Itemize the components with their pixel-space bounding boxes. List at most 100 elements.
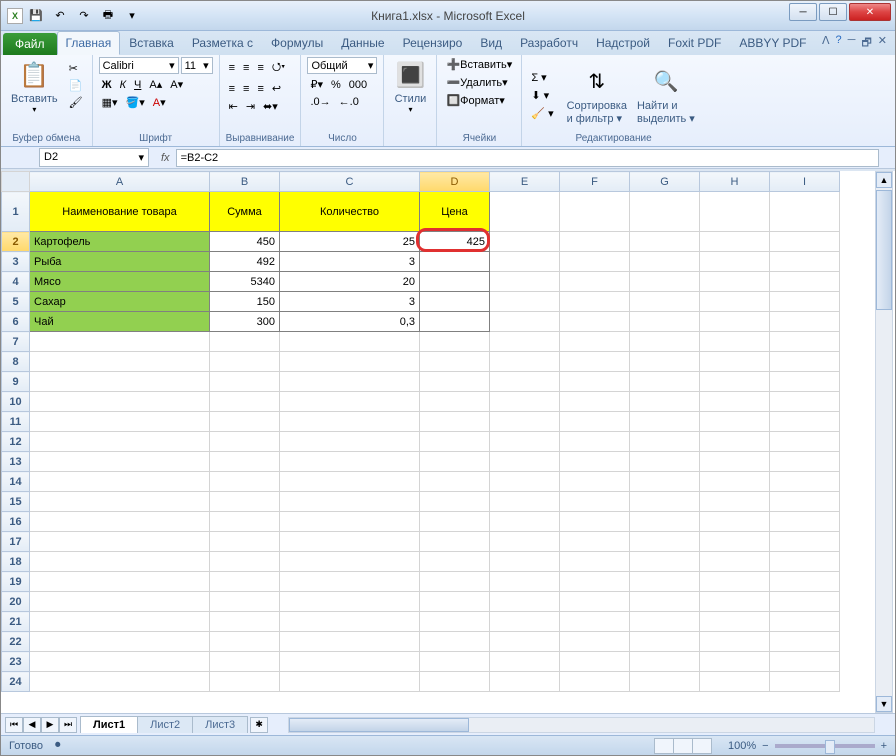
tab-foxit[interactable]: Foxit PDF	[659, 31, 730, 55]
cell-C13[interactable]	[280, 452, 420, 472]
cell-I4[interactable]	[770, 272, 840, 292]
tab-addins[interactable]: Надстрой	[587, 31, 659, 55]
spreadsheet-grid[interactable]: ABCDEFGHI1Наименование товараСуммаКоличе…	[1, 171, 895, 713]
cell-C11[interactable]	[280, 412, 420, 432]
currency-button[interactable]: ₽▾	[307, 77, 326, 92]
cell-G4[interactable]	[630, 272, 700, 292]
cell-E3[interactable]	[490, 252, 560, 272]
autosum-button[interactable]: Σ ▾	[528, 70, 556, 85]
cell-A5[interactable]: Сахар	[30, 292, 210, 312]
cell-C24[interactable]	[280, 672, 420, 692]
cell-A11[interactable]	[30, 412, 210, 432]
cell-G7[interactable]	[630, 332, 700, 352]
cell-A8[interactable]	[30, 352, 210, 372]
row-header-7[interactable]: 7	[2, 332, 30, 352]
wrap-text-button[interactable]: ↩	[269, 81, 284, 96]
scroll-down-button[interactable]: ▼	[876, 696, 892, 712]
tab-data[interactable]: Данные	[332, 31, 393, 55]
cell-D9[interactable]	[420, 372, 490, 392]
cell-E24[interactable]	[490, 672, 560, 692]
cell-E20[interactable]	[490, 592, 560, 612]
cell-I17[interactable]	[770, 532, 840, 552]
cell-G6[interactable]	[630, 312, 700, 332]
cell-A9[interactable]	[30, 372, 210, 392]
cell-A18[interactable]	[30, 552, 210, 572]
col-header-G[interactable]: G	[630, 172, 700, 192]
cell-G21[interactable]	[630, 612, 700, 632]
orientation-button[interactable]: ⭯▾	[269, 57, 288, 78]
row-header-21[interactable]: 21	[2, 612, 30, 632]
row-header-20[interactable]: 20	[2, 592, 30, 612]
cell-B24[interactable]	[210, 672, 280, 692]
row-header-16[interactable]: 16	[2, 512, 30, 532]
cell-D11[interactable]	[420, 412, 490, 432]
cell-H1[interactable]	[700, 192, 770, 232]
cell-F16[interactable]	[560, 512, 630, 532]
cell-I7[interactable]	[770, 332, 840, 352]
zoom-slider[interactable]	[775, 744, 875, 748]
cell-I3[interactable]	[770, 252, 840, 272]
cell-E15[interactable]	[490, 492, 560, 512]
cell-C23[interactable]	[280, 652, 420, 672]
cell-A24[interactable]	[30, 672, 210, 692]
sheet-nav-next[interactable]: ▶	[41, 717, 59, 733]
cell-B19[interactable]	[210, 572, 280, 592]
cell-G19[interactable]	[630, 572, 700, 592]
row-header-24[interactable]: 24	[2, 672, 30, 692]
cell-H11[interactable]	[700, 412, 770, 432]
cell-B17[interactable]	[210, 532, 280, 552]
underline-button[interactable]: Ч	[131, 78, 144, 92]
cell-E8[interactable]	[490, 352, 560, 372]
decrease-decimal-button[interactable]: ←.0	[336, 95, 362, 109]
cell-D17[interactable]	[420, 532, 490, 552]
cell-G10[interactable]	[630, 392, 700, 412]
cell-C7[interactable]	[280, 332, 420, 352]
cell-D2[interactable]: 425	[420, 232, 490, 252]
cell-D4[interactable]	[420, 272, 490, 292]
cell-E19[interactable]	[490, 572, 560, 592]
sheet-tab-1[interactable]: Лист2	[137, 716, 193, 733]
cell-H15[interactable]	[700, 492, 770, 512]
cell-B21[interactable]	[210, 612, 280, 632]
name-box[interactable]: D2▾	[39, 148, 149, 167]
cell-F7[interactable]	[560, 332, 630, 352]
cell-I1[interactable]	[770, 192, 840, 232]
cut-button[interactable]: ✂	[66, 61, 86, 76]
cell-B18[interactable]	[210, 552, 280, 572]
cell-F2[interactable]	[560, 232, 630, 252]
sheet-nav-prev[interactable]: ◀	[23, 717, 41, 733]
font-color-button[interactable]: A▾	[150, 95, 169, 110]
doc-restore-icon[interactable]: 🗗	[861, 34, 871, 53]
macro-record-icon[interactable]: ⏺	[55, 739, 61, 752]
cell-B11[interactable]	[210, 412, 280, 432]
cell-F21[interactable]	[560, 612, 630, 632]
cell-E21[interactable]	[490, 612, 560, 632]
cell-G22[interactable]	[630, 632, 700, 652]
row-header-22[interactable]: 22	[2, 632, 30, 652]
cell-F8[interactable]	[560, 352, 630, 372]
tab-view[interactable]: Вид	[471, 31, 511, 55]
cell-I24[interactable]	[770, 672, 840, 692]
indent-decrease-button[interactable]: ⇤	[226, 99, 241, 114]
row-header-14[interactable]: 14	[2, 472, 30, 492]
font-name-combo[interactable]: Calibri▾	[99, 57, 179, 74]
cell-C9[interactable]	[280, 372, 420, 392]
cell-E11[interactable]	[490, 412, 560, 432]
qat-save-icon[interactable]: 💾	[25, 5, 47, 27]
align-right-button[interactable]: ≡	[254, 82, 266, 96]
cell-F15[interactable]	[560, 492, 630, 512]
cell-A16[interactable]	[30, 512, 210, 532]
cell-F10[interactable]	[560, 392, 630, 412]
row-header-9[interactable]: 9	[2, 372, 30, 392]
cell-C14[interactable]	[280, 472, 420, 492]
row-header-6[interactable]: 6	[2, 312, 30, 332]
cell-F4[interactable]	[560, 272, 630, 292]
cell-E1[interactable]	[490, 192, 560, 232]
cell-D22[interactable]	[420, 632, 490, 652]
sheet-nav-last[interactable]: ⏭	[59, 717, 77, 733]
cell-G3[interactable]	[630, 252, 700, 272]
cell-A13[interactable]	[30, 452, 210, 472]
number-format-combo[interactable]: Общий▾	[307, 57, 377, 74]
close-button[interactable]: ✕	[849, 3, 891, 21]
cell-D12[interactable]	[420, 432, 490, 452]
